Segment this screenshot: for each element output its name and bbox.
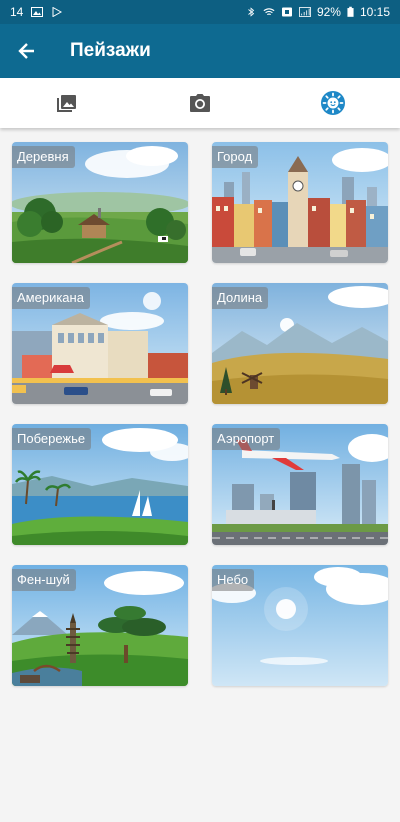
landscape-card-valley[interactable]: Долина: [212, 283, 388, 404]
play-store-icon: [52, 7, 63, 17]
wifi-icon: [263, 8, 275, 16]
landscape-label: Долина: [212, 287, 269, 309]
landscape-card-fengshui[interactable]: Фен-шуй: [12, 565, 188, 686]
tab-bar: [0, 78, 400, 128]
landscape-card-airport[interactable]: Аэропорт: [212, 424, 388, 545]
landscape-grid: Деревня Город Американа Долина Побережье…: [12, 142, 389, 686]
status-bar: 14 92% 10:15: [0, 0, 400, 24]
image-notification-icon: [31, 7, 44, 17]
landscape-card-coast[interactable]: Побережье: [12, 424, 188, 545]
signal-icon: [299, 7, 311, 17]
landscape-card-americana[interactable]: Американа: [12, 283, 188, 404]
back-button[interactable]: [0, 24, 54, 78]
landscape-label: Город: [212, 146, 259, 168]
tab-landscapes[interactable]: [267, 78, 400, 128]
landscape-label: Аэропорт: [212, 428, 281, 450]
landscape-label: Фен-шуй: [12, 569, 76, 591]
camera-icon: [189, 94, 210, 112]
bluetooth-icon: [248, 7, 255, 17]
landscape-label: Побережье: [12, 428, 92, 450]
battery-icon: [347, 6, 354, 17]
notification-count: 14: [10, 5, 24, 19]
battery-percent: 92%: [316, 5, 341, 19]
landscape-card-sky[interactable]: Небо: [212, 565, 388, 686]
sun-icon: [321, 91, 346, 115]
landscape-label: Американа: [12, 287, 90, 309]
landscape-label: Деревня: [12, 146, 75, 168]
arrow-back-icon: [18, 43, 34, 59]
nfc-icon: [281, 7, 292, 17]
app-bar: Пейзажи: [0, 24, 400, 78]
tab-gallery[interactable]: [0, 78, 133, 128]
page-title: Пейзажи: [70, 40, 151, 61]
landscape-card-village[interactable]: Деревня: [12, 142, 188, 263]
clock: 10:15: [359, 5, 390, 19]
tab-camera[interactable]: [133, 78, 266, 128]
landscape-label: Небо: [212, 569, 255, 591]
landscape-card-city[interactable]: Город: [212, 142, 388, 263]
gallery-icon: [56, 95, 76, 112]
